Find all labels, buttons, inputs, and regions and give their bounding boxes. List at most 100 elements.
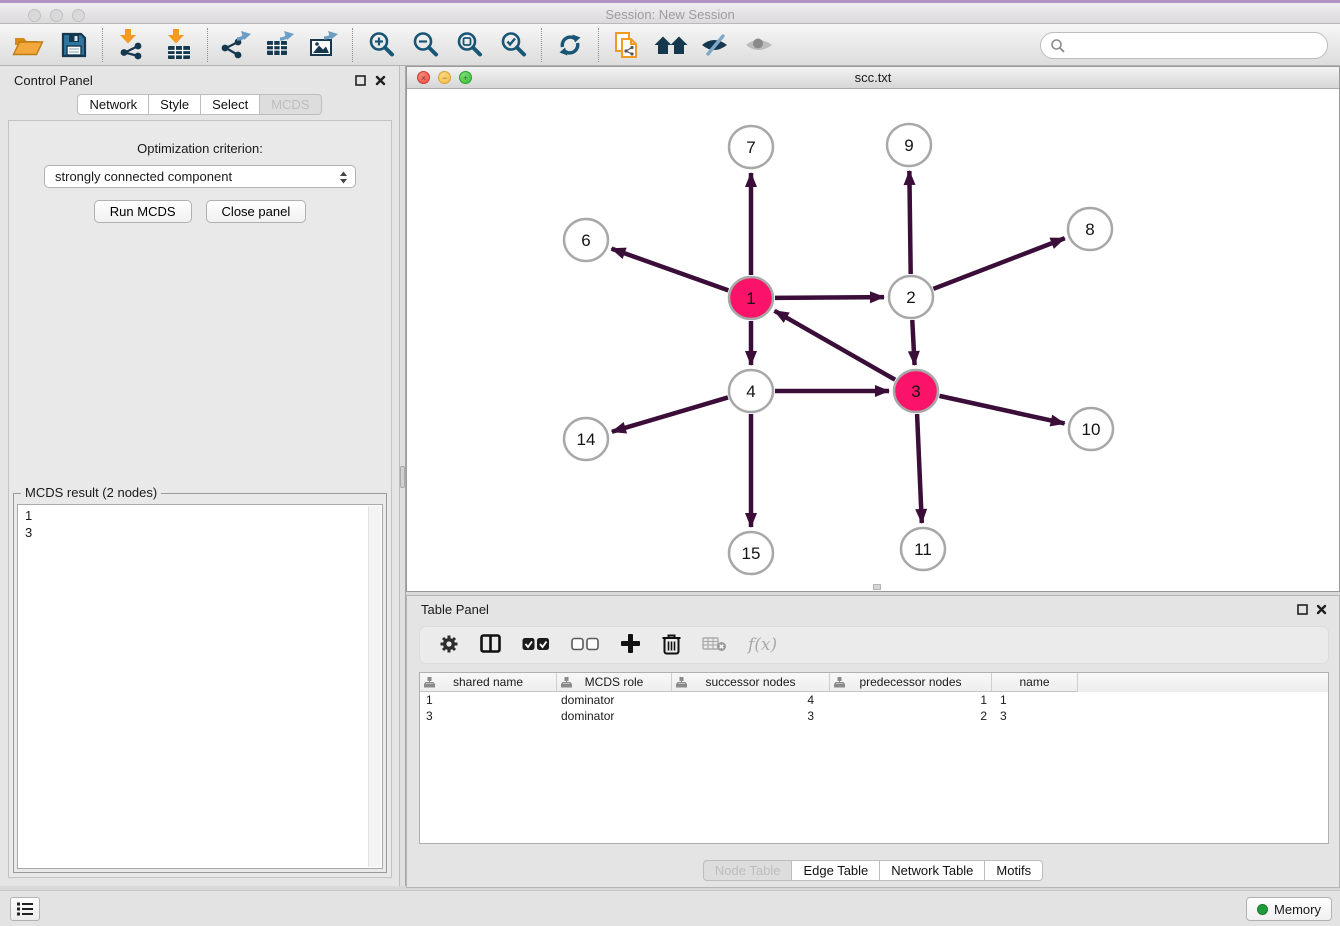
graph-node-label: 1 xyxy=(746,289,755,308)
graph-node-9[interactable]: 9 xyxy=(887,124,931,166)
show-panels-button[interactable] xyxy=(10,897,40,921)
search-input[interactable] xyxy=(1040,32,1328,59)
graph-edge-2-to-9[interactable] xyxy=(909,171,910,274)
table-row[interactable]: 3dominator323 xyxy=(420,708,1328,724)
tab-style[interactable]: Style xyxy=(149,94,201,115)
graph-node-label: 7 xyxy=(746,138,755,157)
optimization-criterion-select[interactable]: strongly connected component xyxy=(44,165,356,188)
import-table-button[interactable] xyxy=(159,26,199,64)
node-table-header: shared nameMCDS rolesuccessor nodesprede… xyxy=(420,673,1328,692)
tab-edge-table[interactable]: Edge Table xyxy=(792,860,880,881)
deselect-all-button[interactable] xyxy=(571,637,599,654)
float-table-panel-button[interactable] xyxy=(1296,603,1309,616)
tab-network-table[interactable]: Network Table xyxy=(880,860,985,881)
zoom-fit-button[interactable] xyxy=(449,26,489,64)
mcds-result-lines: 13 xyxy=(25,507,32,541)
zoom-out-button[interactable] xyxy=(405,26,445,64)
memory-button-label: Memory xyxy=(1274,902,1321,917)
select-all-button[interactable] xyxy=(522,637,550,654)
graph-node-8[interactable]: 8 xyxy=(1068,208,1112,250)
split-table-button[interactable] xyxy=(480,634,501,656)
tab-motifs[interactable]: Motifs xyxy=(985,860,1043,881)
tab-mcds[interactable]: MCDS xyxy=(260,94,321,115)
float-panel-button[interactable] xyxy=(354,74,367,87)
table-settings-button[interactable] xyxy=(439,634,459,657)
memory-button[interactable]: Memory xyxy=(1246,897,1332,921)
delete-columns-button[interactable] xyxy=(662,633,681,658)
column-header-successor-nodes[interactable]: successor nodes xyxy=(672,673,830,692)
graph-node-label: 4 xyxy=(746,382,755,401)
copy-style-button[interactable] xyxy=(607,26,647,64)
network-window-titlebar: × − + scc.txt xyxy=(407,67,1339,89)
table-cell: 4 xyxy=(672,692,830,708)
graph-node-2[interactable]: 2 xyxy=(889,276,933,318)
open-file-button[interactable] xyxy=(8,26,48,64)
zoom-selected-button[interactable] xyxy=(493,26,533,64)
delete-table-button[interactable] xyxy=(702,636,727,655)
table-cell: 1 xyxy=(420,692,557,708)
close-panel-button[interactable] xyxy=(374,74,387,87)
graph-edge-2-to-8[interactable] xyxy=(933,238,1064,289)
table-toolbar: f(x) xyxy=(419,626,1329,664)
network-view-window: × − + scc.txt 7 9 6 8 1 2 4 3 14 10 15 11 xyxy=(406,66,1340,592)
float-icon xyxy=(355,75,366,86)
graph-edge-3-to-1[interactable] xyxy=(775,311,896,380)
column-header-predecessor-nodes[interactable]: predecessor nodes xyxy=(830,673,992,692)
toolbar-separator xyxy=(352,28,353,62)
home-layout-button[interactable] xyxy=(651,26,691,64)
graph-node-11[interactable]: 11 xyxy=(901,528,945,570)
zoom-selected-icon xyxy=(500,31,527,58)
function-builder-button[interactable]: f(x) xyxy=(748,635,777,655)
graph-node-6[interactable]: 6 xyxy=(564,219,608,261)
graph-edge-1-to-2[interactable] xyxy=(775,297,884,298)
dropdown-stepper-icon xyxy=(339,170,348,191)
table-cell: 3 xyxy=(672,708,830,724)
import-network-button[interactable] xyxy=(111,26,151,64)
graph-node-label: 3 xyxy=(911,382,920,401)
export-image-button[interactable] xyxy=(304,26,344,64)
toolbar-separator xyxy=(102,28,103,62)
refresh-button[interactable] xyxy=(550,26,590,64)
export-table-button[interactable] xyxy=(260,26,300,64)
graph-node-1[interactable]: 1 xyxy=(729,277,773,319)
add-column-button[interactable] xyxy=(620,633,641,657)
graph-edge-4-to-14[interactable] xyxy=(612,397,728,431)
graph-edge-3-to-11[interactable] xyxy=(917,414,922,523)
graph-node-3[interactable]: 3 xyxy=(894,370,938,412)
horizontal-splitter-grip[interactable] xyxy=(873,584,881,590)
graph-edge-1-to-6[interactable] xyxy=(611,249,728,291)
vertical-splitter-grip[interactable] xyxy=(400,466,405,488)
hide-graphics-button[interactable] xyxy=(695,26,735,64)
export-network-button[interactable] xyxy=(216,26,256,64)
zoom-in-button[interactable] xyxy=(361,26,401,64)
tab-select[interactable]: Select xyxy=(201,94,260,115)
column-header-name[interactable]: name xyxy=(992,673,1078,692)
close-icon xyxy=(375,75,386,86)
unchecked-boxes-icon xyxy=(571,637,599,651)
run-mcds-button[interactable]: Run MCDS xyxy=(94,200,192,223)
main-toolbar xyxy=(0,24,1340,66)
column-header-shared-name[interactable]: shared name xyxy=(420,673,557,692)
list-icon xyxy=(16,901,34,917)
table-cell: 1 xyxy=(992,692,1078,708)
graph-node-4[interactable]: 4 xyxy=(729,370,773,412)
plus-icon xyxy=(620,633,641,654)
save-session-button[interactable] xyxy=(54,26,94,64)
tab-network[interactable]: Network xyxy=(77,94,149,115)
network-graph[interactable]: 7 9 6 8 1 2 4 3 14 10 15 11 xyxy=(407,89,1339,591)
graph-node-15[interactable]: 15 xyxy=(729,532,773,574)
result-scrollbar[interactable] xyxy=(368,506,381,867)
titlebar: Session: New Session xyxy=(0,0,1340,24)
mcds-result-area[interactable]: 13 xyxy=(17,504,383,869)
graph-edge-2-to-3[interactable] xyxy=(912,320,914,365)
show-graphics-button[interactable] xyxy=(739,26,779,64)
column-header-MCDS-role[interactable]: MCDS role xyxy=(557,673,672,692)
close-table-panel-button[interactable] xyxy=(1315,603,1328,616)
close-panel-button-mcds[interactable]: Close panel xyxy=(206,200,307,223)
graph-node-10[interactable]: 10 xyxy=(1069,408,1113,450)
graph-node-7[interactable]: 7 xyxy=(729,126,773,168)
graph-node-14[interactable]: 14 xyxy=(564,418,608,460)
graph-edge-3-to-10[interactable] xyxy=(939,396,1064,424)
tab-node-table[interactable]: Node Table xyxy=(703,860,793,881)
table-row[interactable]: 1dominator411 xyxy=(420,692,1328,708)
